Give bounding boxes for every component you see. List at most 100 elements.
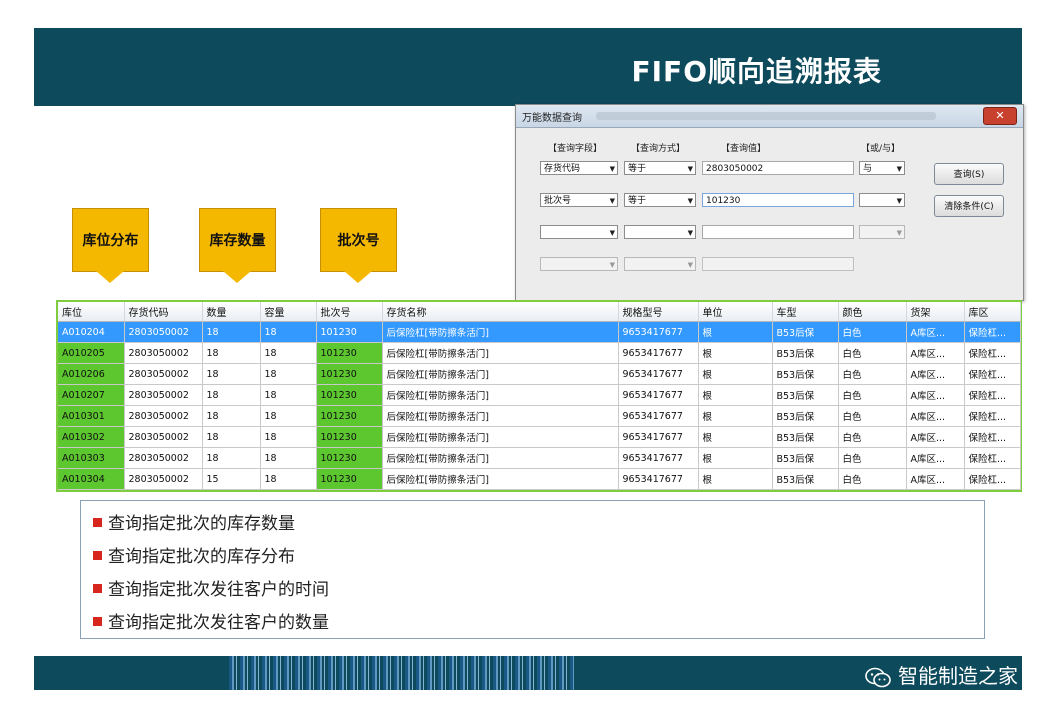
table-row[interactable]: A010206 2803050002 18 18 101230 后保险杠[带防擦条活门] 9…: [58, 363, 1021, 385]
clear-button[interactable]: 清除条件(C): [934, 195, 1004, 217]
table-cell: B53后保: [772, 384, 839, 406]
footer-band: 智能制造之家: [34, 656, 1022, 690]
dropdown-arrow-icon: ▼: [687, 261, 693, 269]
column-header[interactable]: 颜色: [838, 302, 907, 322]
callout-pointer: [344, 271, 372, 283]
table-cell: 2803050002: [124, 468, 203, 490]
table-cell: 9653417677: [618, 405, 699, 427]
list-item-text: 查询指定批次发往客户的数量: [108, 613, 329, 633]
column-header[interactable]: 批次号: [316, 302, 383, 322]
table-cell: 后保险杠[带防擦条活门]: [382, 321, 619, 343]
andor-select-1[interactable]: 与 ▼: [859, 161, 905, 175]
table-cell: 2803050002: [124, 384, 203, 406]
column-header[interactable]: 库区: [964, 302, 1021, 322]
column-header[interactable]: 车型: [772, 302, 839, 322]
dropdown-arrow-icon: ▼: [687, 165, 693, 173]
table-cell: A库区...: [906, 342, 965, 364]
column-header[interactable]: 存货名称: [382, 302, 619, 322]
table-cell: 根: [698, 342, 773, 364]
list-item: 查询指定批次的库存分布: [93, 542, 295, 567]
table-cell: 9653417677: [618, 342, 699, 364]
field-select-1[interactable]: 存货代码 ▼: [540, 161, 618, 175]
method-select-3[interactable]: ▼: [624, 225, 696, 239]
table-cell: B53后保: [772, 447, 839, 469]
dropdown-arrow-icon: ▼: [687, 229, 693, 237]
method-select-4[interactable]: ▼: [624, 257, 696, 271]
list-item: 查询指定批次发往客户的时间: [93, 575, 329, 600]
table-row[interactable]: A010207 2803050002 18 18 101230 后保险杠[带防擦条活门] 9…: [58, 384, 1021, 406]
table-cell: 根: [698, 447, 773, 469]
slide-title: FIFO顺向追溯报表: [631, 55, 882, 88]
andor-select-3[interactable]: ▼: [859, 225, 905, 239]
callout-quantity: 库存数量: [199, 208, 276, 283]
table-cell: 101230: [316, 426, 383, 448]
value-input-2[interactable]: 101230: [702, 193, 854, 207]
callout-quantity-label: 库存数量: [199, 208, 276, 272]
table-cell: 101230: [316, 342, 383, 364]
header-field: 【查询字段】: [548, 144, 603, 154]
table-cell: 9653417677: [618, 426, 699, 448]
table-cell: 根: [698, 426, 773, 448]
column-header[interactable]: 容量: [260, 302, 317, 322]
dropdown-arrow-icon: ▼: [609, 165, 615, 173]
table-cell: 后保险杠[带防擦条活门]: [382, 405, 619, 427]
value-input-4[interactable]: [702, 257, 854, 271]
field-select-3[interactable]: ▼: [540, 225, 618, 239]
column-header[interactable]: 存货代码: [124, 302, 203, 322]
table-cell: 18: [260, 342, 317, 364]
table-cell: A库区...: [906, 468, 965, 490]
barcode-decoration: [229, 656, 574, 690]
table-cell: 后保险杠[带防擦条活门]: [382, 426, 619, 448]
query-button[interactable]: 查询(S): [934, 163, 1004, 185]
table-row[interactable]: A010303 2803050002 18 18 101230 后保险杠[带防擦条活门] 9…: [58, 447, 1021, 469]
table-cell: 白色: [838, 321, 907, 343]
title-banner: FIFO顺向追溯报表: [34, 28, 1022, 106]
table-cell: 后保险杠[带防擦条活门]: [382, 342, 619, 364]
footer-brand-text: 智能制造之家: [898, 664, 1018, 688]
table-cell: 18: [260, 363, 317, 385]
column-header[interactable]: 货架: [906, 302, 965, 322]
dropdown-arrow-icon: ▼: [896, 229, 902, 237]
table-row[interactable]: A010302 2803050002 18 18 101230 后保险杠[带防擦条活门] 9…: [58, 426, 1021, 448]
table-cell: A库区...: [906, 321, 965, 343]
method-select-1[interactable]: 等于 ▼: [624, 161, 696, 175]
andor-select-2[interactable]: ▼: [859, 193, 905, 207]
dialog-titlebar[interactable]: 万能数据查询 ✕: [516, 105, 1023, 128]
column-header[interactable]: 数量: [202, 302, 261, 322]
value-input-1[interactable]: 2803050002: [702, 161, 854, 175]
table-cell: 根: [698, 321, 773, 343]
table-cell: 2803050002: [124, 447, 203, 469]
table-row[interactable]: A010205 2803050002 18 18 101230 后保险杠[带防擦条活门] 9…: [58, 342, 1021, 364]
table-cell: A库区...: [906, 363, 965, 385]
field-select-4[interactable]: ▼: [540, 257, 618, 271]
table-cell: 101230: [316, 468, 383, 490]
table-cell: 18: [202, 342, 261, 364]
bullet-square-icon: [93, 551, 102, 560]
table-row[interactable]: A010301 2803050002 18 18 101230 后保险杠[带防擦条活门] 9…: [58, 405, 1021, 427]
method-select-1-value: 等于: [628, 164, 647, 174]
close-icon[interactable]: ✕: [983, 107, 1017, 125]
table-row[interactable]: A010204 2803050002 18 18 101230 后保险杠[带防擦条活门] 9…: [58, 321, 1021, 343]
footer-brand: 智能制造之家: [864, 660, 1018, 689]
column-header[interactable]: 规格型号: [618, 302, 699, 322]
method-select-2[interactable]: 等于 ▼: [624, 193, 696, 207]
callout-location: 库位分布: [72, 208, 149, 283]
callout-pointer: [96, 271, 124, 283]
table-cell: 保险杠...: [964, 321, 1021, 343]
value-input-3[interactable]: [702, 225, 854, 239]
table-cell: 后保险杠[带防擦条活门]: [382, 384, 619, 406]
table-cell: 白色: [838, 342, 907, 364]
table-header-row: 库位 存货代码 数量 容量 批次号 存货名称 规格型号 单位 车型 颜色 货架 …: [58, 302, 1021, 322]
field-select-2[interactable]: 批次号 ▼: [540, 193, 618, 207]
bullet-square-icon: [93, 518, 102, 527]
column-header[interactable]: 单位: [698, 302, 773, 322]
column-header[interactable]: 库位: [58, 302, 125, 322]
feature-list: 查询指定批次的库存数量 查询指定批次的库存分布 查询指定批次发往客户的时间 查询…: [80, 500, 985, 639]
table-cell: 后保险杠[带防擦条活门]: [382, 468, 619, 490]
table-cell: 9653417677: [618, 468, 699, 490]
table-cell: A010205: [58, 342, 125, 364]
dropdown-arrow-icon: ▼: [896, 197, 902, 205]
table-row[interactable]: A010304 2803050002 15 18 101230 后保险杠[带防擦条活门] 9…: [58, 468, 1021, 490]
table-cell: 保险杠...: [964, 384, 1021, 406]
bullet-square-icon: [93, 617, 102, 626]
